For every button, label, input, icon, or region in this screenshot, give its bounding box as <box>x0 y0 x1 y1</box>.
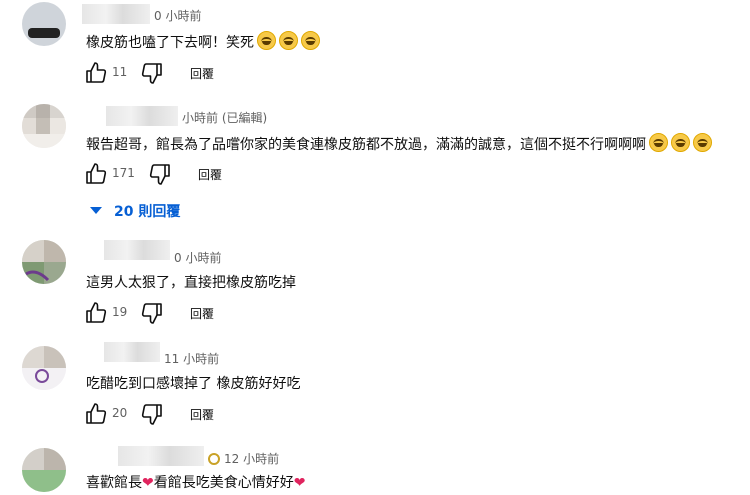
avatar[interactable] <box>22 104 66 148</box>
reply-button[interactable]: 回覆 <box>190 305 214 322</box>
comment-time[interactable]: 小時前 (已編輯) <box>182 109 267 126</box>
thumbs-down-icon[interactable] <box>140 61 164 85</box>
comment-text: 喜歡館長❤看館長吃美食心情好好❤ <box>86 475 306 491</box>
comment-actions: 19 回覆 <box>84 301 284 325</box>
comment-actions: 171 回覆 <box>84 162 284 186</box>
avatar[interactable] <box>22 346 66 390</box>
comment-text: 橡皮筋也嗑了下去啊！笑死 <box>86 31 320 52</box>
like-count: 20 <box>112 406 128 420</box>
grinning-sweat-emoji <box>257 31 276 50</box>
comment-time[interactable]: 0 小時前 <box>174 249 221 266</box>
membership-badge-icon <box>208 453 220 465</box>
thumbs-up-icon[interactable] <box>84 162 108 186</box>
comment-time[interactable]: 12 小時前 <box>208 450 279 467</box>
author-name[interactable] <box>106 106 178 126</box>
comment-actions: 11 回覆 <box>84 61 284 85</box>
replies-count-label: 20 則回覆 <box>114 204 181 220</box>
comment-text: 吃醋吃到口感壞掉了 橡皮筋好好吃 <box>86 376 301 392</box>
comment-text: 報告超哥，館長為了品嚐你家的美食連橡皮筋都不放過，滿滿的誠意，這個不挺不行啊啊啊 <box>86 133 712 154</box>
thumbs-up-icon[interactable] <box>84 301 108 325</box>
comment-actions: 20 回覆 <box>84 402 284 426</box>
thumbs-up-icon[interactable] <box>84 402 108 426</box>
grinning-sweat-emoji <box>649 133 668 152</box>
thumbs-down-icon[interactable] <box>148 162 172 186</box>
like-count: 11 <box>112 65 128 79</box>
thumbs-down-icon[interactable] <box>140 301 164 325</box>
heart-icon: ❤ <box>293 475 306 491</box>
reply-button[interactable]: 回覆 <box>190 65 214 82</box>
author-name[interactable] <box>104 240 170 260</box>
like-count: 19 <box>112 305 128 319</box>
view-replies-button[interactable]: 20 則回覆 <box>90 201 180 221</box>
avatar[interactable] <box>22 2 66 46</box>
grinning-sweat-emoji <box>693 133 712 152</box>
reply-button[interactable]: 回覆 <box>198 166 222 183</box>
avatar[interactable] <box>22 240 66 284</box>
avatar[interactable] <box>22 448 66 492</box>
comment-time[interactable]: 11 小時前 <box>164 350 219 367</box>
comment-text: 這男人太狠了，直接把橡皮筋吃掉 <box>86 275 296 291</box>
chevron-down-icon <box>90 207 102 214</box>
author-name[interactable] <box>118 446 204 466</box>
thumbs-down-icon[interactable] <box>140 402 164 426</box>
grinning-sweat-emoji <box>671 133 690 152</box>
author-name[interactable] <box>82 4 150 24</box>
reply-button[interactable]: 回覆 <box>190 406 214 423</box>
grinning-sweat-emoji <box>301 31 320 50</box>
like-count: 171 <box>112 166 135 180</box>
thumbs-up-icon[interactable] <box>84 61 108 85</box>
comment-time[interactable]: 0 小時前 <box>154 7 201 24</box>
author-name[interactable] <box>104 342 160 362</box>
grinning-sweat-emoji <box>279 31 298 50</box>
heart-icon: ❤ <box>142 475 154 491</box>
